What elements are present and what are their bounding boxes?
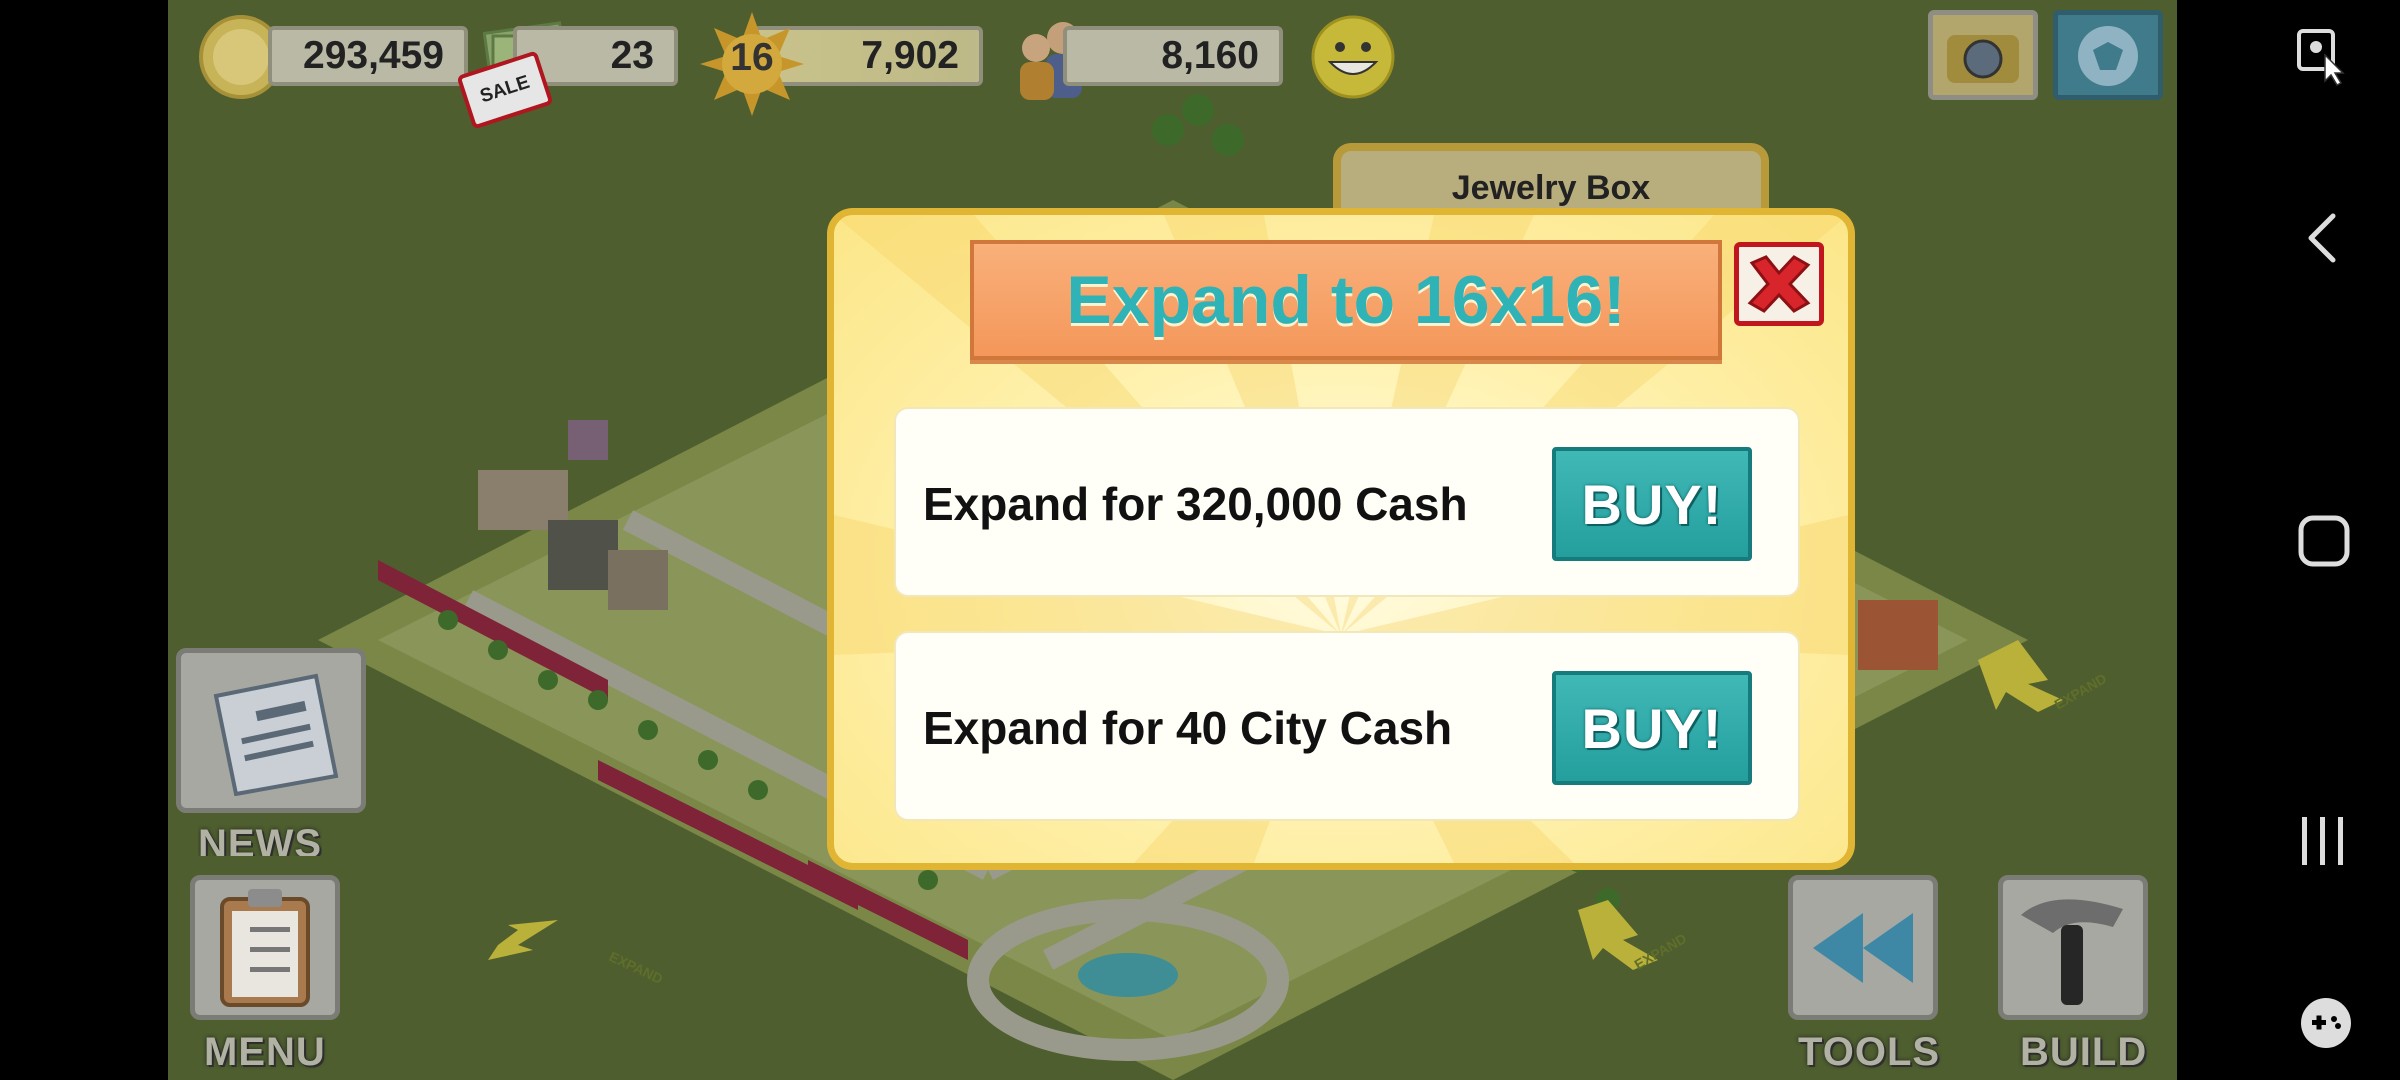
close-button[interactable] [1734, 242, 1824, 326]
expand-dialog: Expand to 16x16! Expand for 320,000 Cash… [827, 208, 1855, 870]
news-label: NEWS [198, 822, 322, 856]
social-button[interactable] [2053, 10, 2163, 100]
menu-label: MENU [204, 1030, 326, 1074]
build-label: BUILD [2020, 1030, 2148, 1074]
camera-icon [1947, 35, 2019, 83]
buy-city-cash-button[interactable]: BUY! [1552, 671, 1752, 785]
sale-label: SALE [477, 71, 533, 108]
camera-button[interactable] [1928, 10, 2038, 100]
clipboard-icon [220, 889, 310, 1007]
happiness-icon[interactable] [1310, 14, 1396, 100]
rewind-icon [1813, 912, 1913, 983]
home-icon[interactable] [2297, 514, 2351, 568]
population-value: 8,160 [1161, 34, 1259, 77]
cash-value: 23 [610, 34, 654, 77]
option-label: Expand for 40 City Cash [923, 702, 1453, 754]
tooltip-title: Jewelry Box [1451, 169, 1651, 207]
level-value: 16 [730, 36, 774, 79]
screen-pin-icon[interactable] [2295, 25, 2345, 87]
game-tools-icon[interactable] [2298, 995, 2354, 1051]
population-counter[interactable]: 8,160 [1063, 26, 1283, 86]
coins-value: 293,459 [303, 34, 444, 77]
recents-icon[interactable] [2298, 815, 2348, 867]
expand-label-right: EXPAND [2052, 670, 2110, 713]
dialog-title-bar: Expand to 16x16! [970, 240, 1722, 360]
expand-label-left: EXPAND [607, 948, 666, 987]
news-button[interactable] [176, 648, 366, 813]
screen: EXPAND EXPAND EXPAND 293,459 23 SALE 7,9… [0, 0, 2400, 1080]
hammer-icon [2021, 899, 2123, 1005]
dialog-title: Expand to 16x16! [1066, 262, 1626, 338]
build-button[interactable] [1998, 875, 2148, 1020]
newspaper-icon [213, 673, 339, 796]
back-icon[interactable] [2303, 212, 2343, 264]
game-viewport[interactable]: EXPAND EXPAND EXPAND 293,459 23 SALE 7,9… [168, 0, 2177, 1080]
social-icon [2078, 26, 2138, 86]
coins-counter[interactable]: 293,459 [268, 26, 468, 86]
buy-cash-button[interactable]: BUY! [1552, 447, 1752, 561]
buy-label: BUY! [1581, 472, 1723, 536]
option-label: Expand for 320,000 Cash [923, 478, 1468, 530]
tools-button[interactable] [1788, 875, 1938, 1020]
close-icon [1747, 255, 1811, 313]
buy-label: BUY! [1581, 696, 1723, 760]
xp-value: 7,902 [861, 34, 959, 77]
menu-button[interactable] [190, 875, 340, 1020]
expand-option-cash: Expand for 320,000 Cash BUY! [894, 407, 1800, 597]
tools-label: TOOLS [1798, 1030, 1941, 1074]
expand-option-city-cash: Expand for 40 City Cash BUY! [894, 631, 1800, 821]
